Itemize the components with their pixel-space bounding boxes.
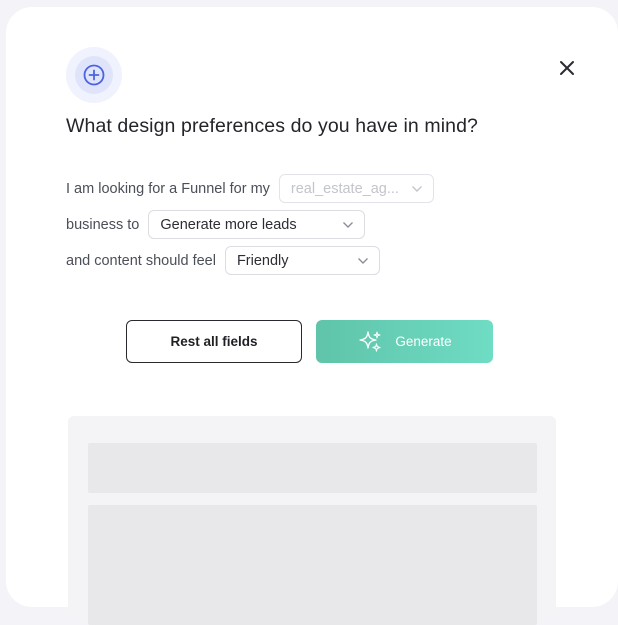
close-icon bbox=[559, 60, 575, 81]
sparkle-icon bbox=[357, 329, 383, 355]
tone-row: and content should feel Friendly bbox=[66, 246, 380, 275]
plus-circle-icon bbox=[75, 56, 113, 94]
industry-select-value: real_estate_ag... bbox=[290, 180, 399, 197]
industry-label: I am looking for a Funnel for my bbox=[66, 180, 270, 197]
generate-label: Generate bbox=[395, 334, 452, 349]
chevron-down-icon bbox=[357, 257, 369, 265]
design-preferences-dialog: What design preferences do you have in m… bbox=[6, 7, 618, 625]
reset-fields-button[interactable]: Rest all fields bbox=[126, 320, 302, 363]
goal-select-value: Generate more leads bbox=[160, 216, 297, 233]
goal-row: business to Generate more leads bbox=[66, 210, 366, 239]
tone-select-value: Friendly bbox=[236, 252, 289, 269]
chevron-down-icon bbox=[411, 185, 423, 193]
dialog-title: What design preferences do you have in m… bbox=[66, 115, 478, 137]
close-button[interactable] bbox=[556, 59, 578, 81]
generate-button[interactable]: Generate bbox=[316, 320, 493, 363]
tone-select[interactable]: Friendly bbox=[224, 246, 380, 275]
tone-label: and content should feel bbox=[66, 252, 216, 269]
preview-placeholder bbox=[68, 416, 556, 625]
industry-select[interactable]: real_estate_ag... bbox=[278, 174, 434, 203]
skeleton-content-block bbox=[88, 505, 537, 625]
industry-row: I am looking for a Funnel for my real_es… bbox=[66, 174, 434, 203]
chevron-down-icon bbox=[342, 221, 354, 229]
header-badge bbox=[66, 47, 122, 103]
goal-select[interactable]: Generate more leads bbox=[148, 210, 366, 239]
goal-label: business to bbox=[66, 216, 140, 233]
skeleton-header-block bbox=[88, 443, 537, 493]
